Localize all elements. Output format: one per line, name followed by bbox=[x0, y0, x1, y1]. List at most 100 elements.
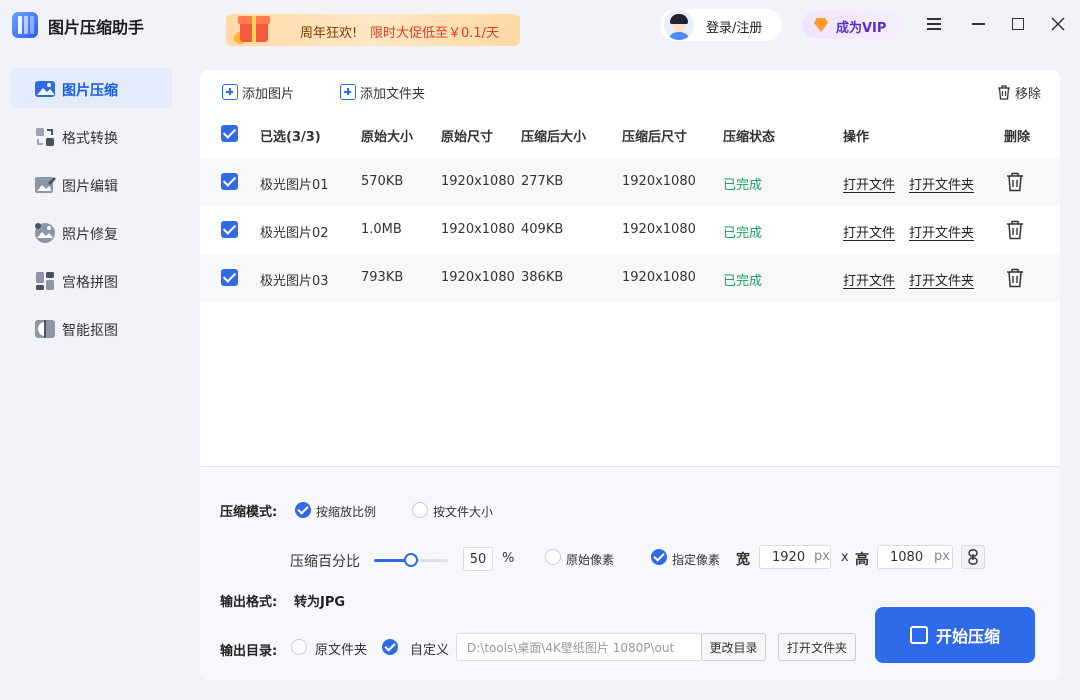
sidebar-item-label: 图片编辑 bbox=[62, 179, 118, 195]
row-checkbox[interactable] bbox=[221, 221, 238, 238]
comp-dim: 1920x1080 bbox=[622, 222, 696, 237]
percent-slider[interactable] bbox=[374, 553, 448, 567]
login-button[interactable]: 登录/注册 bbox=[660, 9, 782, 41]
header-action: 操作 bbox=[843, 130, 870, 145]
orig-size: 1.0MB bbox=[361, 222, 402, 237]
change-dir-button[interactable]: 更改目录 bbox=[701, 633, 766, 661]
maximize-button[interactable] bbox=[1006, 12, 1030, 36]
header-orig-size: 原始大小 bbox=[361, 130, 414, 145]
gift-icon bbox=[234, 10, 278, 46]
format-convert-icon bbox=[36, 128, 54, 146]
link-icon bbox=[968, 549, 978, 565]
open-folder-link[interactable]: 打开文件夹 bbox=[909, 174, 974, 193]
sidebar-item-label: 智能抠图 bbox=[62, 323, 118, 339]
open-file-link[interactable]: 打开文件 bbox=[843, 270, 895, 289]
orig-size: 793KB bbox=[361, 270, 404, 285]
custom-pixels-radio[interactable] bbox=[651, 549, 667, 565]
output-format-value: 转为JPG bbox=[294, 595, 346, 610]
width-unit: px bbox=[814, 549, 830, 564]
sidebar-item-label: 格式转换 bbox=[62, 131, 118, 147]
header-orig-dim: 原始尺寸 bbox=[441, 130, 494, 145]
sidebar-item-photo-repair[interactable]: 照片修复 bbox=[10, 212, 172, 252]
sidebar-item-smart-cutout[interactable]: 智能抠图 bbox=[10, 308, 172, 348]
image-compress-icon bbox=[35, 81, 55, 97]
promo-banner[interactable]: 周年狂欢! 限时大促低至￥0.1/天 bbox=[226, 14, 520, 46]
row-checkbox[interactable] bbox=[221, 269, 238, 286]
trash-icon bbox=[998, 85, 1010, 100]
photo-repair-icon bbox=[35, 223, 55, 243]
row-checkbox[interactable] bbox=[221, 173, 238, 190]
open-file-link[interactable]: 打开文件 bbox=[843, 174, 895, 193]
mode-filesize-radio[interactable] bbox=[412, 502, 428, 518]
status-text: 已完成 bbox=[723, 274, 763, 289]
slider-handle[interactable] bbox=[404, 553, 418, 567]
dir-custom-radio[interactable] bbox=[382, 639, 398, 655]
custom-pixels-label: 指定像素 bbox=[672, 553, 721, 567]
height-label: 高 bbox=[855, 552, 869, 568]
sidebar-item-image-compress[interactable]: 图片压缩 bbox=[10, 68, 172, 108]
close-icon bbox=[1051, 17, 1065, 31]
comp-size: 277KB bbox=[521, 174, 564, 189]
image-edit-icon bbox=[35, 177, 56, 193]
orig-pixels-label: 原始像素 bbox=[566, 553, 615, 567]
open-folder-link[interactable]: 打开文件夹 bbox=[909, 222, 974, 241]
hamburger-icon bbox=[922, 12, 946, 36]
table-row: 极光图片01 570KB 1920x1080 277KB 1920x1080 已… bbox=[200, 158, 1060, 206]
sidebar-item-grid-collage[interactable]: 宫格拼图 bbox=[10, 260, 172, 300]
dir-original-radio[interactable] bbox=[291, 639, 307, 655]
promo-text: 周年狂欢! bbox=[300, 26, 358, 41]
remove-button[interactable]: 移除 bbox=[996, 82, 1041, 102]
header-delete: 删除 bbox=[1004, 130, 1031, 145]
start-compress-button[interactable]: 开始压缩 bbox=[875, 607, 1035, 663]
delete-icon[interactable] bbox=[1006, 172, 1024, 192]
login-label: 登录/注册 bbox=[706, 21, 763, 36]
file-name: 极光图片01 bbox=[260, 178, 329, 193]
header-status: 压缩状态 bbox=[723, 130, 776, 145]
start-compress-label: 开始压缩 bbox=[935, 627, 1000, 646]
add-folder-icon bbox=[340, 84, 356, 100]
output-path-input[interactable]: D:\tools\桌面\4K壁纸图片 1080P\out bbox=[456, 633, 702, 661]
add-folder-button[interactable]: 添加文件夹 bbox=[340, 82, 425, 102]
comp-size: 386KB bbox=[521, 270, 564, 285]
header-comp-size: 压缩后大小 bbox=[521, 130, 587, 145]
menu-button[interactable] bbox=[922, 12, 946, 36]
main-panel: 添加图片 添加文件夹 移除 已选(3/3) 原始大小 原始尺寸 压缩后大小 压缩… bbox=[200, 70, 1060, 680]
mode-scale-radio[interactable] bbox=[295, 502, 311, 518]
output-format-label: 输出格式: bbox=[220, 595, 278, 610]
grid-collage-icon bbox=[36, 272, 54, 290]
vip-button[interactable]: 成为VIP bbox=[802, 11, 902, 39]
app-title: 图片压缩助手 bbox=[48, 18, 145, 37]
percent-input[interactable]: 50 bbox=[463, 547, 493, 571]
minimize-icon bbox=[971, 23, 985, 25]
sidebar-item-image-edit[interactable]: 图片编辑 bbox=[10, 164, 172, 204]
sidebar: 图片压缩 格式转换 图片编辑 照片修复 宫格拼图 智能抠图 bbox=[10, 68, 172, 356]
open-file-link[interactable]: 打开文件 bbox=[843, 222, 895, 241]
delete-icon[interactable] bbox=[1006, 268, 1024, 288]
comp-size: 409KB bbox=[521, 222, 564, 237]
minimize-button[interactable] bbox=[966, 12, 990, 36]
delete-icon[interactable] bbox=[1006, 220, 1024, 240]
settings-panel: 压缩模式: 按缩放比例 按文件大小 压缩百分比 50 % 原始像素 指定像素 宽… bbox=[200, 466, 1060, 680]
add-image-button[interactable]: 添加图片 bbox=[222, 82, 294, 102]
sidebar-item-format-convert[interactable]: 格式转换 bbox=[10, 116, 172, 156]
orig-pixels-radio[interactable] bbox=[545, 549, 561, 565]
compress-mode-label: 压缩模式: bbox=[220, 505, 278, 520]
open-folder-link[interactable]: 打开文件夹 bbox=[909, 270, 974, 289]
aspect-lock-button[interactable] bbox=[961, 545, 985, 569]
sidebar-item-label: 照片修复 bbox=[62, 227, 118, 243]
output-dir-label: 输出目录: bbox=[220, 644, 278, 659]
open-folder-button[interactable]: 打开文件夹 bbox=[778, 633, 856, 661]
mode-filesize-label: 按文件大小 bbox=[433, 505, 494, 519]
dir-custom-label: 自定义 bbox=[410, 643, 450, 658]
mode-scale-label: 按缩放比例 bbox=[316, 505, 377, 519]
app-logo-icon bbox=[12, 12, 38, 38]
orig-dim: 1920x1080 bbox=[441, 222, 515, 237]
diamond-icon bbox=[814, 18, 828, 32]
close-button[interactable] bbox=[1046, 12, 1070, 36]
file-name: 极光图片02 bbox=[260, 226, 329, 241]
sidebar-item-label: 图片压缩 bbox=[62, 83, 118, 99]
height-unit: px bbox=[934, 549, 950, 564]
times-sign: x bbox=[841, 550, 849, 565]
select-all-checkbox[interactable] bbox=[221, 125, 238, 142]
orig-dim: 1920x1080 bbox=[441, 270, 515, 285]
